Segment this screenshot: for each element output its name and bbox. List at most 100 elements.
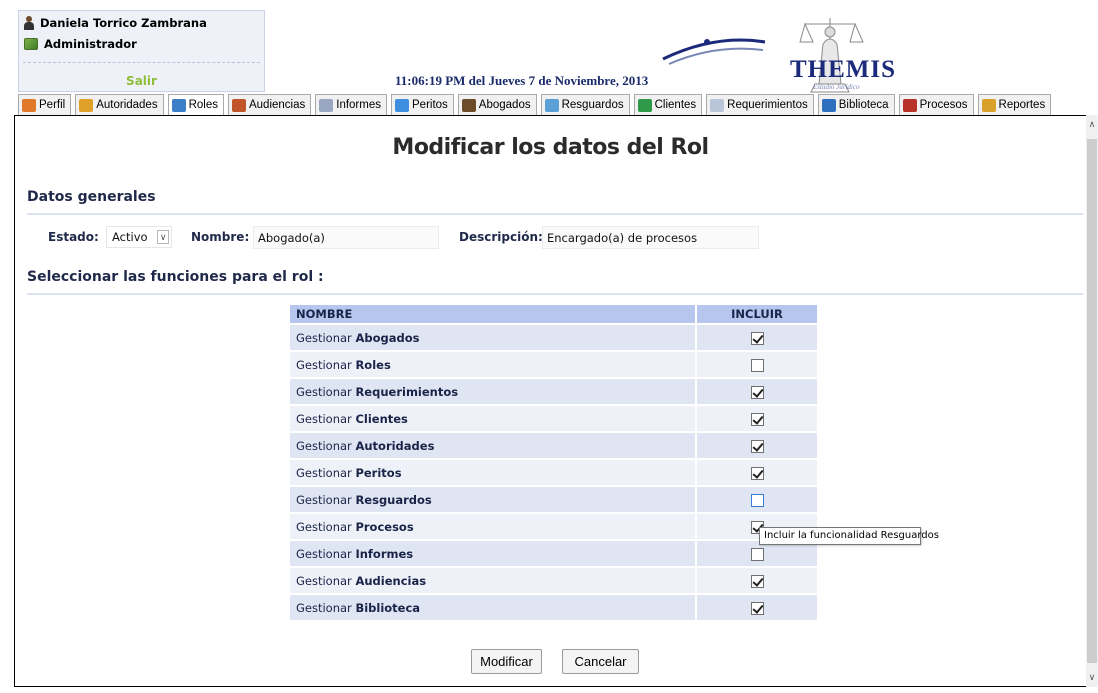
tab-informes[interactable]: Informes [315, 94, 387, 115]
reports-icon [319, 98, 334, 112]
chevron-down-icon[interactable]: ∨ [157, 230, 169, 244]
tab-autoridades[interactable]: Autoridades [75, 94, 164, 115]
section-divider [27, 213, 1083, 215]
section-functions-title: Seleccionar las funciones para el rol : [27, 269, 324, 285]
function-prefix: Gestionar [296, 573, 352, 588]
function-name: Procesos [355, 519, 414, 534]
tab-label: Requerimientos [727, 99, 808, 111]
scroll-up-icon[interactable]: ∧ [1086, 119, 1098, 130]
table-row: Gestionar Abogados [290, 325, 817, 350]
include-checkbox[interactable] [750, 493, 764, 507]
logo-subtext: Estudio Jurídico [813, 83, 860, 91]
tab-label: Autoridades [96, 99, 158, 111]
experts-icon [395, 98, 409, 112]
admin-icon [24, 38, 38, 50]
function-name: Roles [355, 357, 391, 372]
nombre-label: Nombre: [191, 230, 250, 244]
function-prefix: Gestionar [296, 411, 352, 426]
reports-chart-icon [981, 98, 996, 112]
clients-icon [637, 98, 652, 112]
function-name: Abogados [355, 330, 420, 345]
section-divider [27, 293, 1083, 295]
cancel-button[interactable]: Cancelar [562, 649, 639, 674]
table-row: Gestionar Biblioteca [290, 595, 817, 620]
nombre-input[interactable]: Abogado(a) [253, 226, 439, 249]
vertical-scrollbar[interactable]: ∧ ∨ [1086, 115, 1098, 687]
table-row: Gestionar Informes [290, 541, 817, 566]
divider [23, 62, 260, 63]
function-name-cell: Gestionar Peritos [290, 460, 695, 485]
descripcion-input[interactable]: Encargado(a) de procesos [542, 226, 759, 249]
profile-icon [22, 98, 36, 112]
scrollbar-thumb[interactable] [1087, 139, 1097, 663]
function-name: Requerimientos [355, 384, 459, 399]
function-name-cell: Gestionar Abogados [290, 325, 695, 350]
include-checkbox[interactable] [750, 331, 764, 345]
include-cell [695, 379, 817, 404]
include-cell [695, 460, 817, 485]
user-info-panel: Daniela Torrico Zambrana Administrador S… [18, 10, 265, 92]
function-name: Biblioteca [355, 600, 421, 615]
tab-audiencias[interactable]: Audiencias [227, 94, 312, 115]
user-role: Administrador [44, 37, 137, 51]
tab-procesos[interactable]: Procesos [898, 94, 974, 115]
include-checkbox[interactable] [750, 412, 764, 426]
tab-requerimientos[interactable]: Requerimientos [706, 94, 814, 115]
include-checkbox[interactable] [750, 547, 764, 561]
tab-label: Roles [188, 99, 218, 111]
table-row: Gestionar Roles [290, 352, 817, 377]
tab-abogados[interactable]: Abogados [457, 94, 537, 115]
function-prefix: Gestionar [296, 465, 352, 480]
table-row: Gestionar Clientes [290, 406, 817, 431]
functions-table: NOMBRE INCLUIR Gestionar Abogados Gestion… [290, 303, 817, 622]
descripcion-label: Descripción: [459, 230, 543, 244]
tab-perfil[interactable]: Perfil [18, 94, 72, 115]
main-tabs: Perfil Autoridades Roles Audiencias Informes… [18, 94, 1052, 115]
tab-label: Peritos [412, 99, 448, 111]
estado-value: Activo [112, 230, 148, 244]
include-checkbox[interactable] [750, 466, 764, 480]
function-name-cell: Gestionar Roles [290, 352, 695, 377]
function-prefix: Gestionar [296, 357, 352, 372]
include-checkbox[interactable] [750, 574, 764, 588]
function-name: Informes [355, 546, 414, 561]
function-prefix: Gestionar [296, 546, 352, 561]
function-prefix: Gestionar [296, 600, 352, 615]
include-cell [695, 325, 817, 350]
modify-button[interactable]: Modificar [471, 649, 542, 674]
tab-label: Procesos [919, 99, 968, 111]
function-name: Audiencias [355, 573, 427, 588]
scroll-down-icon[interactable]: ∨ [1086, 672, 1098, 683]
estado-label: Estado: [48, 230, 99, 244]
function-name: Clientes [355, 411, 408, 426]
tab-label: Perfil [39, 99, 66, 111]
tab-peritos[interactable]: Peritos [391, 94, 454, 115]
user-role-row: Administrador [24, 37, 137, 51]
tab-label: Informes [336, 99, 381, 111]
include-checkbox[interactable] [750, 601, 764, 615]
include-checkbox[interactable] [750, 439, 764, 453]
lawyers-icon [461, 98, 476, 112]
function-name-cell: Gestionar Audiencias [290, 568, 695, 593]
tooltip: Incluir la funcionalidad Resguardos [759, 527, 939, 545]
function-prefix: Gestionar [296, 519, 352, 534]
include-cell [695, 487, 817, 512]
function-prefix: Gestionar [296, 330, 352, 345]
tab-resguardos[interactable]: Resguardos [540, 94, 630, 115]
tab-reportes[interactable]: Reportes [977, 94, 1052, 115]
tab-biblioteca[interactable]: Biblioteca [817, 94, 895, 115]
function-name-cell: Gestionar Informes [290, 541, 695, 566]
estado-select[interactable]: Activo ∨ [106, 226, 172, 248]
processes-icon [902, 98, 917, 112]
include-cell [695, 433, 817, 458]
library-icon [821, 98, 836, 112]
roles-icon [171, 98, 186, 112]
function-name: Resguardos [355, 492, 432, 507]
user-name-row: Daniela Torrico Zambrana [24, 16, 207, 30]
tab-clientes[interactable]: Clientes [633, 94, 703, 115]
include-cell [695, 406, 817, 431]
logout-link[interactable]: Salir [19, 74, 264, 88]
include-checkbox[interactable] [750, 358, 764, 372]
tab-roles[interactable]: Roles [167, 94, 224, 115]
include-checkbox[interactable] [750, 385, 764, 399]
